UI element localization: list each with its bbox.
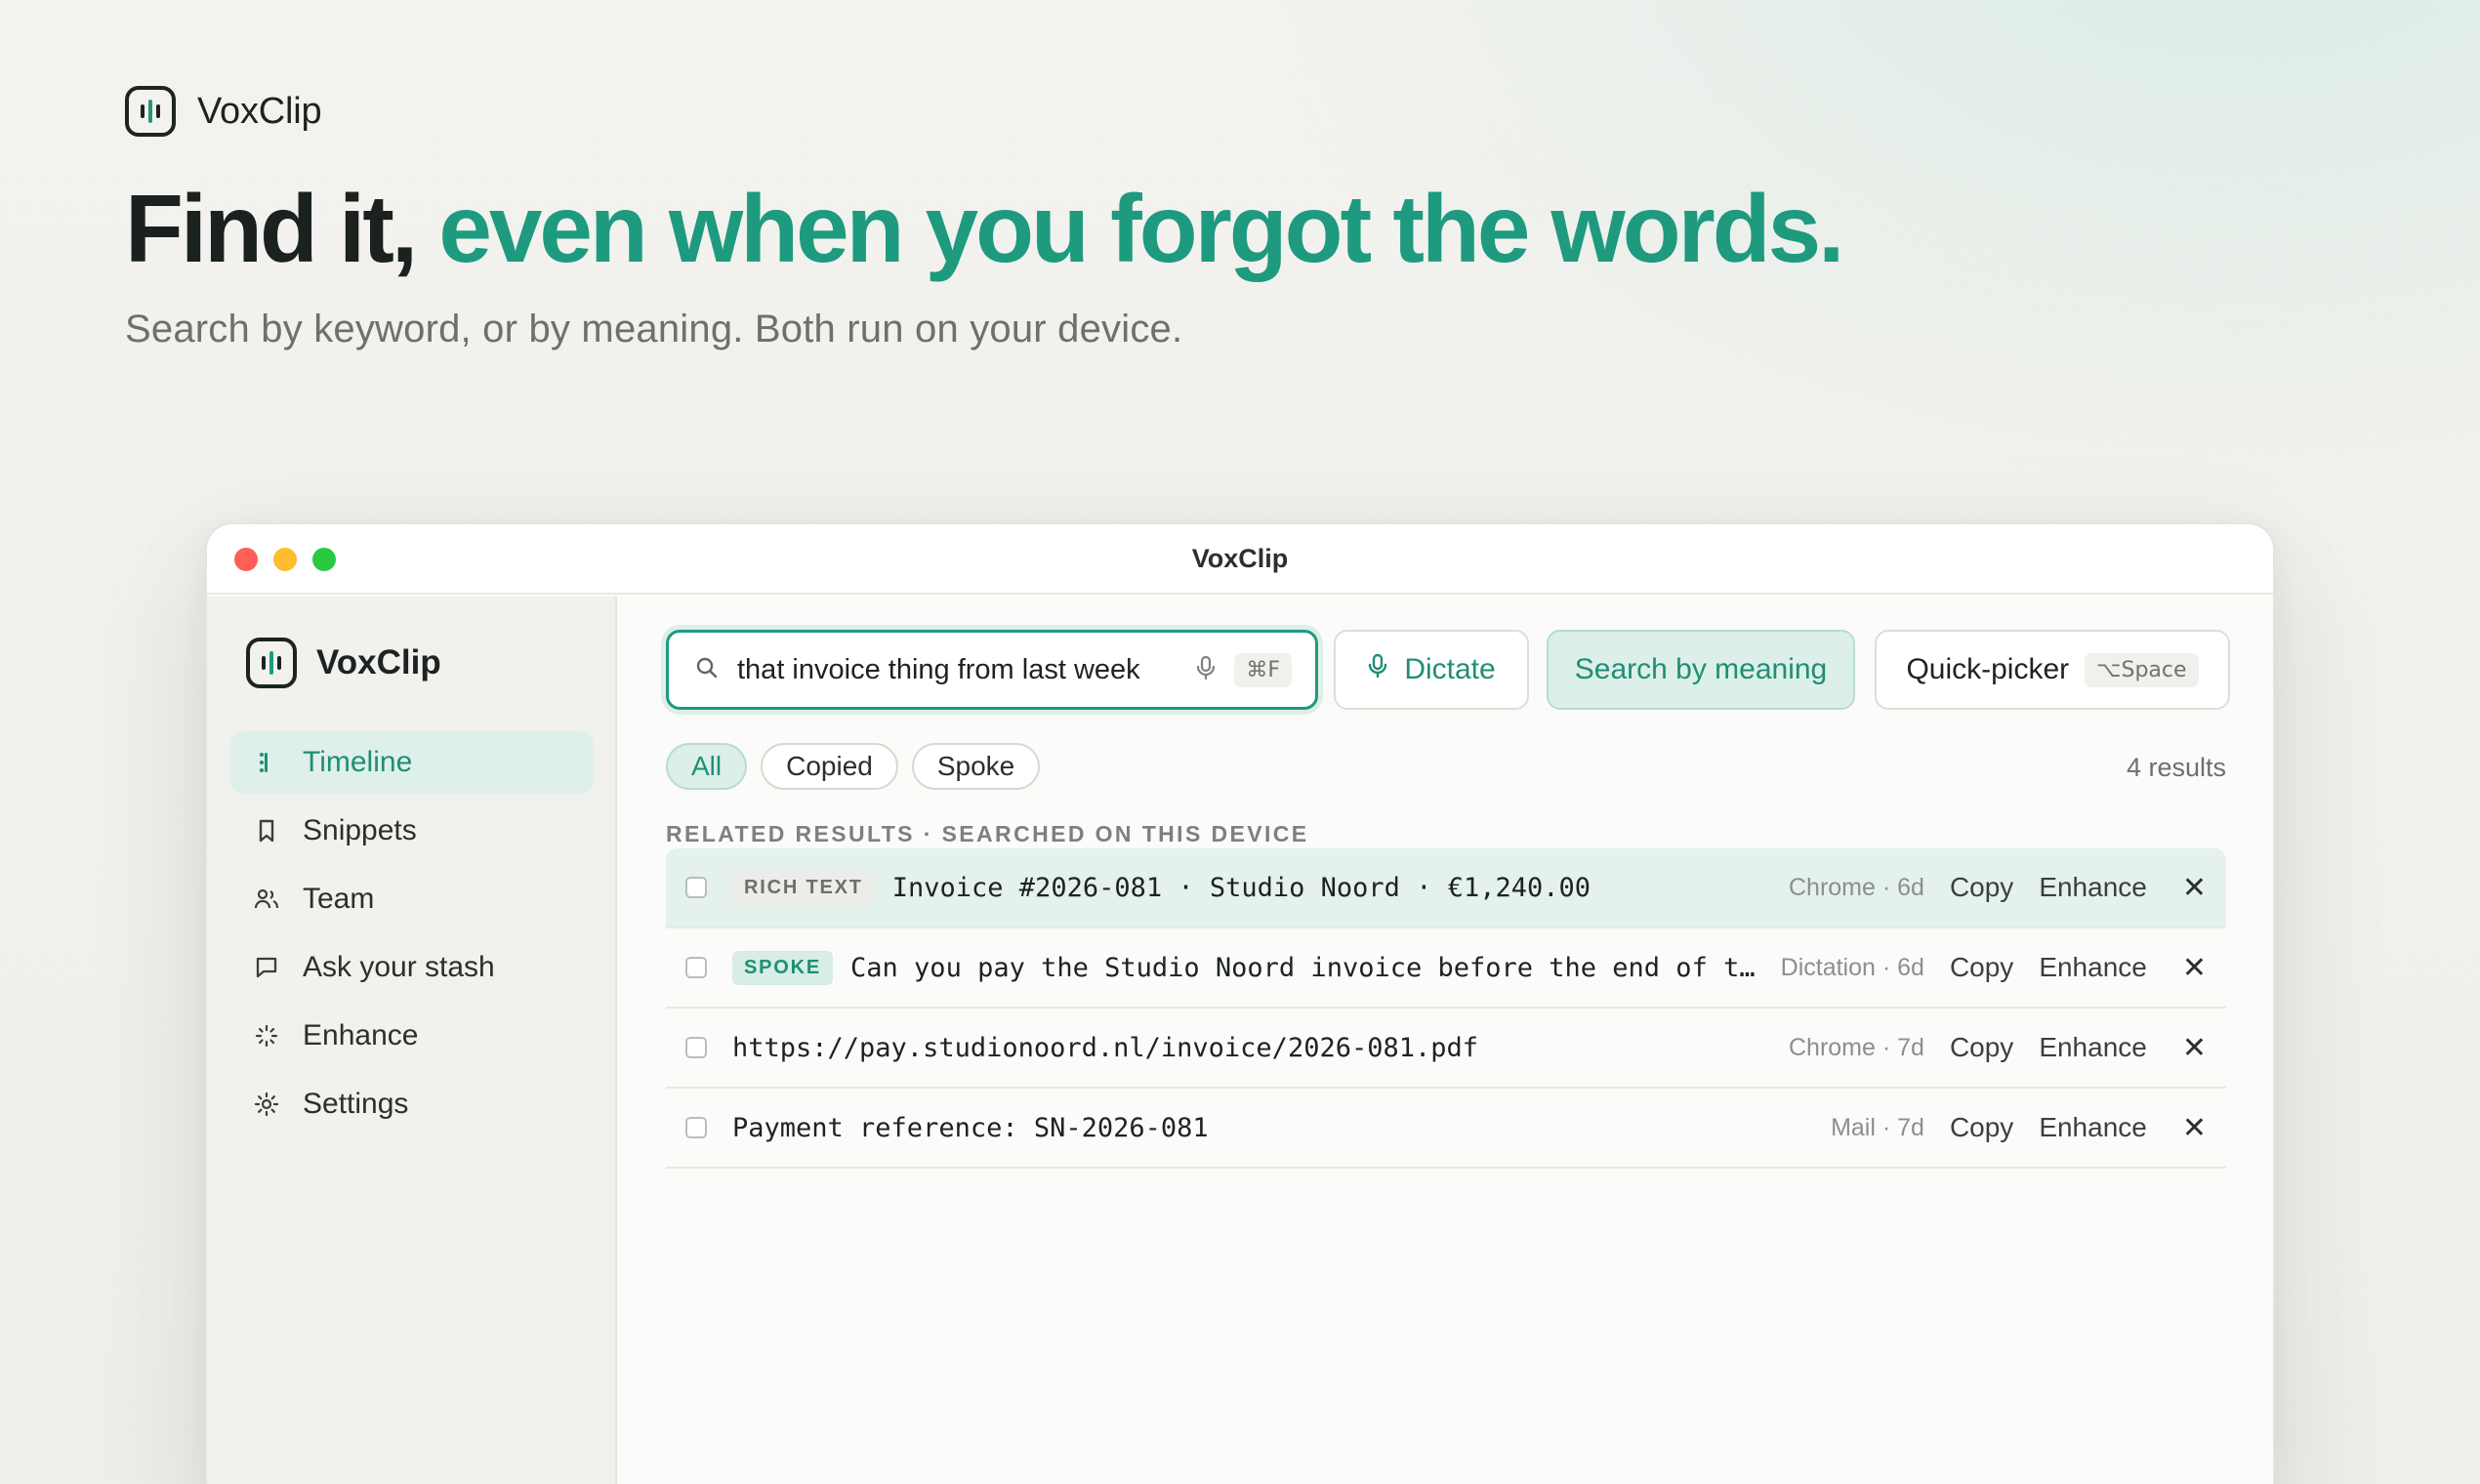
table-row[interactable]: RICH TEXT Invoice #2026-081 · Studio Noo… xyxy=(666,848,2226,928)
dictate-button[interactable]: Dictate xyxy=(1334,630,1529,710)
table-row[interactable]: Payment reference: SN-2026-081 Mail · 7d… xyxy=(666,1089,2226,1169)
type-badge: SPOKE xyxy=(732,950,834,985)
enhance-button[interactable]: Enhance xyxy=(2039,1032,2147,1063)
enhance-button[interactable]: Enhance xyxy=(2039,1112,2147,1143)
sidebar-item-label: Team xyxy=(303,883,375,915)
row-checkbox[interactable] xyxy=(685,877,707,898)
sidebar-item-snippets[interactable]: Snippets xyxy=(230,800,594,862)
app-window: VoxClip VoxClip Timeline Snippets Team A… xyxy=(205,522,2275,1484)
search-box[interactable]: ⌘F xyxy=(666,630,1318,710)
quick-picker-shortcut: ⌥Space xyxy=(2085,652,2199,687)
filter-chip-spoke[interactable]: Spoke xyxy=(911,743,1041,790)
copy-button[interactable]: Copy xyxy=(1950,952,2013,983)
copy-button[interactable]: Copy xyxy=(1950,1032,2013,1063)
close-icon[interactable]: ✕ xyxy=(2182,1111,2207,1145)
enhance-button[interactable]: Enhance xyxy=(2039,872,2147,903)
sidebar-item-label: Timeline xyxy=(303,746,413,778)
row-content: Payment reference: SN-2026-081 xyxy=(732,1112,1209,1143)
quick-picker-button[interactable]: Quick-picker ⌥Space xyxy=(1875,630,2230,710)
sidebar-item-ask-your-stash[interactable]: Ask your stash xyxy=(230,936,594,999)
sidebar-nav: Timeline Snippets Team Ask your stash En… xyxy=(230,731,594,1141)
results-list: RICH TEXT Invoice #2026-081 · Studio Noo… xyxy=(666,848,2226,1169)
hero-brand-name: VoxClip xyxy=(197,90,322,132)
filter-chip-all[interactable]: All xyxy=(666,743,748,790)
search-icon xyxy=(694,655,720,685)
sidebar-item-enhance[interactable]: Enhance xyxy=(230,1005,594,1067)
title-bar: VoxClip xyxy=(207,524,2273,595)
gear-icon xyxy=(252,1090,281,1119)
dictate-label: Dictate xyxy=(1404,653,1496,685)
search-shortcut: ⌘F xyxy=(1234,652,1292,687)
sidebar-item-label: Snippets xyxy=(303,814,417,846)
table-row[interactable]: https://pay.studionoord.nl/invoice/2026-… xyxy=(666,1009,2226,1089)
row-meta: Dictation · 6d xyxy=(1780,953,1924,981)
chat-icon xyxy=(252,953,281,982)
row-content: Invoice #2026-081 · Studio Noord · €1,24… xyxy=(891,872,1591,903)
sidebar: VoxClip Timeline Snippets Team Ask your … xyxy=(207,597,617,1484)
sidebar-item-label: Enhance xyxy=(303,1019,419,1051)
row-content: Can you pay the Studio Noord invoice bef… xyxy=(850,952,1757,983)
sidebar-item-timeline[interactable]: Timeline xyxy=(230,731,594,794)
main-panel: ⌘F Dictate Search by meaning Quick-picke… xyxy=(619,597,2273,1484)
close-icon[interactable]: ✕ xyxy=(2182,951,2207,985)
row-checkbox[interactable] xyxy=(685,1037,707,1058)
voxclip-logo-icon xyxy=(246,638,297,688)
row-meta: Mail · 7d xyxy=(1831,1113,1924,1141)
search-input[interactable] xyxy=(737,653,1178,686)
row-content: https://pay.studionoord.nl/invoice/2026-… xyxy=(732,1032,1479,1063)
section-label: RELATED RESULTS · SEARCHED ON THIS DEVIC… xyxy=(666,821,1309,846)
row-checkbox[interactable] xyxy=(685,957,707,978)
sidebar-item-settings[interactable]: Settings xyxy=(230,1073,594,1135)
row-checkbox[interactable] xyxy=(685,1117,707,1138)
mic-icon[interactable] xyxy=(1195,654,1217,686)
headline-dark: Find it, xyxy=(125,175,418,282)
copy-button[interactable]: Copy xyxy=(1950,1112,2013,1143)
meaning-label: Search by meaning xyxy=(1574,653,1828,685)
search-by-meaning-button[interactable]: Search by meaning xyxy=(1547,630,1855,710)
hero-headline: Find it, even when you forgot the words. xyxy=(125,174,1844,284)
sidebar-item-label: Settings xyxy=(303,1088,409,1120)
sidebar-item-label: Ask your stash xyxy=(303,951,495,983)
timeline-icon xyxy=(252,748,281,777)
copy-button[interactable]: Copy xyxy=(1950,872,2013,903)
bookmark-icon xyxy=(252,816,281,845)
close-icon[interactable]: ✕ xyxy=(2182,871,2207,905)
voxclip-logo-icon xyxy=(125,86,176,137)
row-meta: Chrome · 6d xyxy=(1788,873,1924,901)
filter-chip-copied[interactable]: Copied xyxy=(761,743,898,790)
sidebar-item-team[interactable]: Team xyxy=(230,868,594,930)
table-row[interactable]: SPOKE Can you pay the Studio Noord invoi… xyxy=(666,928,2226,1009)
sparkle-icon xyxy=(252,1021,281,1051)
close-icon[interactable]: ✕ xyxy=(2182,1031,2207,1065)
enhance-button[interactable]: Enhance xyxy=(2039,952,2147,983)
result-count: 4 results xyxy=(2126,753,2226,782)
quick-label: Quick-picker xyxy=(1906,653,2070,685)
filter-chips: All Copied Spoke xyxy=(666,743,1041,790)
headline-accent: even when you forgot the words. xyxy=(438,175,1844,282)
mic-icon xyxy=(1367,652,1388,687)
sidebar-brand: VoxClip xyxy=(246,638,441,688)
type-badge: RICH TEXT xyxy=(732,870,875,905)
hero-subtitle: Search by keyword, or by meaning. Both r… xyxy=(125,308,1183,350)
sidebar-brand-name: VoxClip xyxy=(316,643,441,681)
hero-brand: VoxClip xyxy=(125,86,322,137)
row-meta: Chrome · 7d xyxy=(1788,1033,1924,1061)
team-icon xyxy=(252,885,281,914)
window-title: VoxClip xyxy=(1191,544,1289,573)
